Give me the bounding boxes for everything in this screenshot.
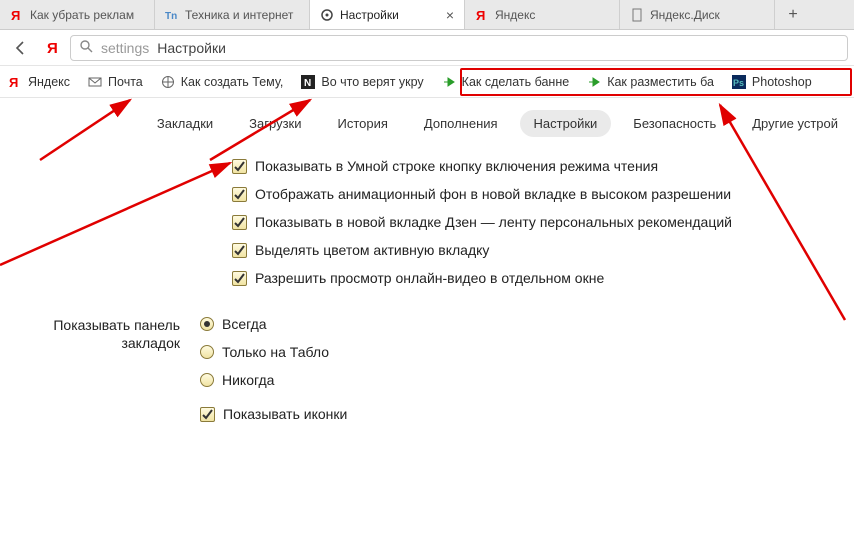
globe-icon <box>161 75 175 89</box>
option-label: Показывать иконки <box>223 406 347 422</box>
bookmark-label: Как сделать банне <box>462 75 570 89</box>
nav-downloads[interactable]: Загрузки <box>235 110 315 137</box>
checkbox-icon[interactable] <box>232 159 247 174</box>
option-label: Показывать в новой вкладке Дзен — ленту … <box>255 214 732 230</box>
radio-icon[interactable] <box>200 345 214 359</box>
radio-label: Всегда <box>222 316 267 332</box>
tn-icon: Tn <box>165 8 179 22</box>
bookmark-yandex[interactable]: Я Яндекс <box>8 75 70 89</box>
show-icons-option[interactable]: Показывать иконки <box>200 406 347 422</box>
svg-text:Я: Я <box>9 75 18 89</box>
option-label: Отображать анимационный фон в новой вкла… <box>255 186 731 202</box>
nav-row: Я settings Настройки <box>0 30 854 66</box>
bookmark-label: Во что верят укру <box>321 75 423 89</box>
radio-never[interactable]: Никогда <box>200 372 347 388</box>
arrow-icon <box>442 75 456 89</box>
tab-2[interactable]: Настройки × <box>310 0 465 29</box>
svg-text:Я: Я <box>476 8 485 22</box>
nav-security[interactable]: Безопасность <box>619 110 730 137</box>
arrow-icon <box>587 75 601 89</box>
tab-label: Как убрать реклам <box>30 8 144 22</box>
omnibox-title: Настройки <box>157 40 226 56</box>
nav-bookmarks[interactable]: Закладки <box>143 110 227 137</box>
radio-label: Только на Табло <box>222 344 329 360</box>
bookmarks-panel-section: Показывать панель закладок Всегда Только… <box>0 316 854 422</box>
option-row[interactable]: Показывать в новой вкладке Дзен — ленту … <box>232 214 854 230</box>
doc-icon <box>630 8 644 22</box>
bookmark-theme[interactable]: Как создать Тему, <box>161 75 284 89</box>
checkbox-icon[interactable] <box>232 215 247 230</box>
radio-icon[interactable] <box>200 317 214 331</box>
bookmarks-bar: Я Яндекс Почта Как создать Тему, N Во чт… <box>0 66 854 98</box>
ya-icon: Я <box>10 8 24 22</box>
tab-label: Яндекс <box>495 8 609 22</box>
nav-other[interactable]: Другие устрой <box>738 110 852 137</box>
option-row[interactable]: Отображать анимационный фон в новой вкла… <box>232 186 854 202</box>
bookmark-mail[interactable]: Почта <box>88 75 143 89</box>
bookmark-label: Photoshop <box>752 75 812 89</box>
ya-icon: Я <box>8 75 22 89</box>
n-icon: N <box>301 75 315 89</box>
search-icon <box>79 39 93 56</box>
svg-text:Я: Я <box>11 8 20 22</box>
svg-text:N: N <box>304 78 311 89</box>
home-button[interactable]: Я <box>38 33 68 63</box>
option-row[interactable]: Выделять цветом активную вкладку <box>232 242 854 258</box>
tabs-bar: Я Как убрать реклам Tn Техника и интерне… <box>0 0 854 30</box>
nav-history[interactable]: История <box>323 110 401 137</box>
bookmark-photoshop[interactable]: Ps Photoshop <box>732 75 812 89</box>
new-tab-button[interactable]: + <box>775 0 811 29</box>
option-row[interactable]: Разрешить просмотр онлайн-видео в отдель… <box>232 270 854 286</box>
checkbox-icon[interactable] <box>232 243 247 258</box>
checkbox-icon[interactable] <box>200 407 215 422</box>
ya-icon: Я <box>475 8 489 22</box>
nav-addons[interactable]: Дополнения <box>410 110 512 137</box>
radio-always[interactable]: Всегда <box>200 316 347 332</box>
svg-text:Ps: Ps <box>733 78 744 88</box>
bookmark-label: Яндекс <box>28 75 70 89</box>
svg-text:Я: Я <box>47 40 58 57</box>
settings-nav: Закладки Загрузки История Дополнения Нас… <box>0 98 854 148</box>
checkbox-icon[interactable] <box>232 187 247 202</box>
checkbox-icon[interactable] <box>232 271 247 286</box>
bookmark-banner[interactable]: Как сделать банне <box>442 75 570 89</box>
section-title: Показывать панель закладок <box>0 316 200 422</box>
radio-tablo[interactable]: Только на Табло <box>200 344 347 360</box>
svg-text:Tn: Tn <box>165 11 177 22</box>
close-icon[interactable]: × <box>446 7 454 23</box>
tab-label: Настройки <box>340 8 436 22</box>
bookmark-place[interactable]: Как разместить ба <box>587 75 714 89</box>
tab-label: Техника и интернет <box>185 8 299 22</box>
nav-settings[interactable]: Настройки <box>520 110 612 137</box>
tab-1[interactable]: Tn Техника и интернет <box>155 0 310 29</box>
tab-3[interactable]: Я Яндекс <box>465 0 620 29</box>
omnibox[interactable]: settings Настройки <box>70 35 848 61</box>
omnibox-keyword: settings <box>101 40 149 56</box>
gear-icon <box>320 8 334 22</box>
tab-0[interactable]: Я Как убрать реклам <box>0 0 155 29</box>
radio-icon[interactable] <box>200 373 214 387</box>
mail-icon <box>88 75 102 89</box>
bookmark-label: Как создать Тему, <box>181 75 284 89</box>
tab-4[interactable]: Яндекс.Диск <box>620 0 775 29</box>
bookmark-label: Почта <box>108 75 143 89</box>
option-label: Выделять цветом активную вкладку <box>255 242 489 258</box>
bookmark-n[interactable]: N Во что верят укру <box>301 75 423 89</box>
option-label: Показывать в Умной строке кнопку включен… <box>255 158 658 174</box>
option-label: Разрешить просмотр онлайн-видео в отдель… <box>255 270 604 286</box>
tab-label: Яндекс.Диск <box>650 8 764 22</box>
option-row[interactable]: Показывать в Умной строке кнопку включен… <box>232 158 854 174</box>
settings-content: Показывать в Умной строке кнопку включен… <box>0 148 854 422</box>
bookmark-label: Как разместить ба <box>607 75 714 89</box>
ps-icon: Ps <box>732 75 746 89</box>
radio-label: Никогда <box>222 372 274 388</box>
back-button[interactable] <box>6 33 36 63</box>
